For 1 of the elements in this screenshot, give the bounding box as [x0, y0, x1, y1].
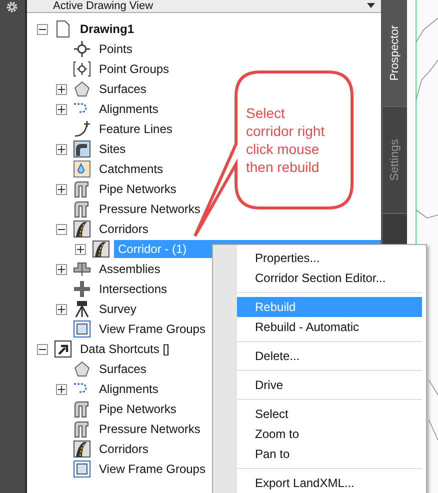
callout-text: Select corridor right click mouse then rebuild	[246, 104, 326, 176]
